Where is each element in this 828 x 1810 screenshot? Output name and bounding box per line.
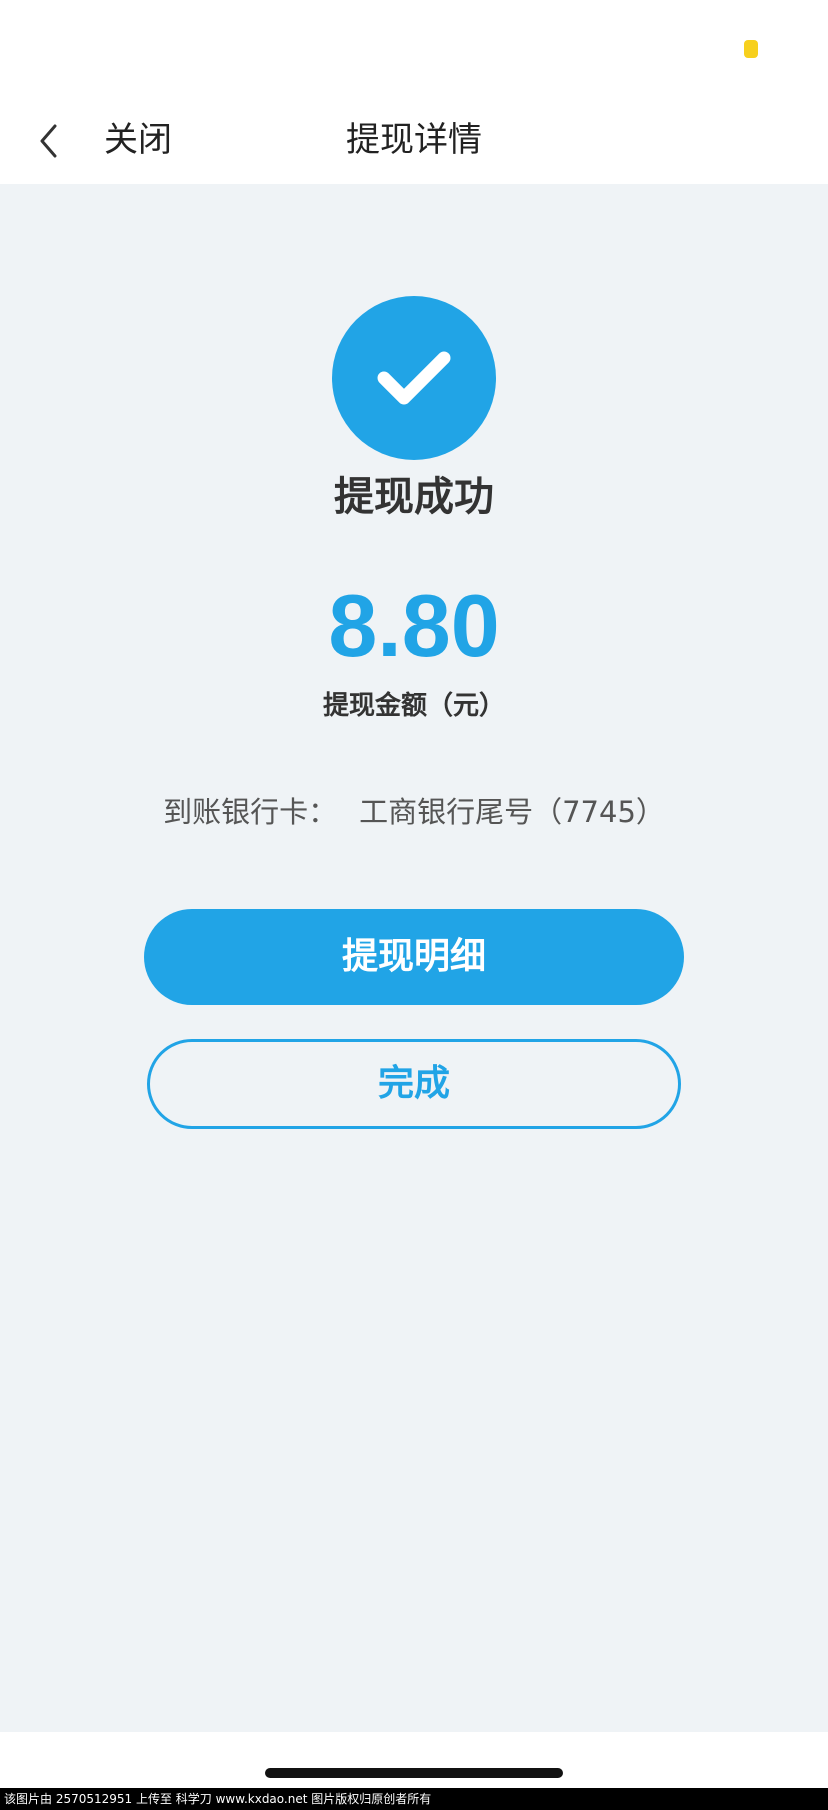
status-message: 提现成功 xyxy=(334,474,494,520)
back-button[interactable] xyxy=(30,118,70,164)
bottom-safe-area xyxy=(0,1732,828,1788)
status-indicator-dot xyxy=(744,40,758,58)
success-badge xyxy=(332,296,496,460)
amount-label: 提现金额（元） xyxy=(322,691,505,721)
chevron-left-icon xyxy=(40,124,57,158)
done-button[interactable]: 完成 xyxy=(147,1039,681,1129)
bank-card-value: 工商银行尾号（7745） xyxy=(359,795,665,829)
withdrawal-result-panel: 提现成功 8.80 提现金额（元） 到账银行卡： 工商银行尾号（7745） 提现明… xyxy=(0,184,828,1732)
withdrawal-amount: 8.80 xyxy=(328,576,500,675)
watermark-caption: 该图片由 2570512951 上传至 科学刀 www.kxdao.net 图片… xyxy=(0,1788,828,1810)
checkmark-icon xyxy=(377,351,451,405)
navigation-bar: 关闭 提现详情 xyxy=(0,100,828,184)
home-indicator[interactable] xyxy=(265,1768,563,1778)
bank-card-row: 到账银行卡： 工商银行尾号（7745） xyxy=(0,790,828,834)
close-button[interactable]: 关闭 xyxy=(104,117,172,163)
bank-card-label: 到账银行卡： xyxy=(163,795,338,829)
status-bar xyxy=(0,0,828,100)
withdrawal-details-button[interactable]: 提现明细 xyxy=(144,909,684,1005)
